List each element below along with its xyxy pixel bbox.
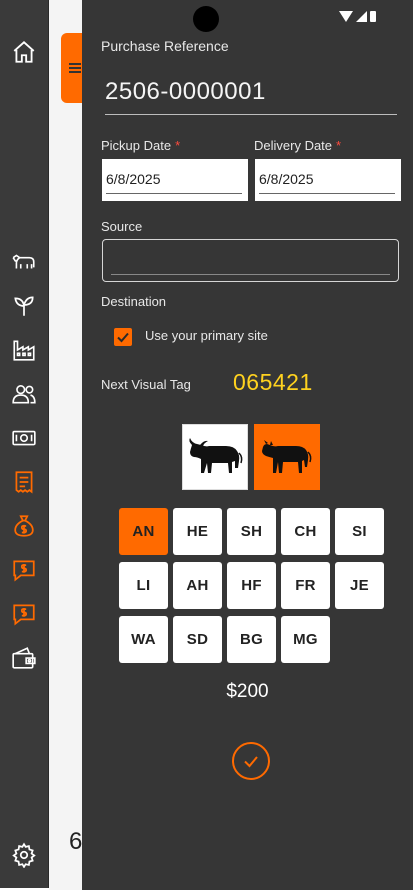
animal-type-cow[interactable] xyxy=(254,424,320,490)
purchase-reference-underline xyxy=(105,114,397,115)
cattle-icon[interactable] xyxy=(9,247,39,277)
factory-icon[interactable] xyxy=(9,335,39,365)
breed-chip-je[interactable]: JE xyxy=(335,562,384,609)
breed-chip-an[interactable]: AN xyxy=(119,508,168,555)
breed-chip-hf[interactable]: HF xyxy=(227,562,276,609)
signal-icon xyxy=(356,11,367,22)
receipt-icon[interactable] xyxy=(9,467,39,497)
bull-icon xyxy=(189,438,243,473)
home-icon[interactable] xyxy=(9,37,39,67)
breed-chip-ch[interactable]: CH xyxy=(281,508,330,555)
price-label: $200 xyxy=(226,681,269,702)
pickup-date-field[interactable]: 6/8/2025 xyxy=(102,159,248,201)
destination-label: Destination xyxy=(101,294,167,309)
breed-chip-he[interactable]: HE xyxy=(173,508,222,555)
breed-chip-mg[interactable]: MG xyxy=(281,616,330,663)
purchase-reference-label: Purchase Reference xyxy=(101,38,229,54)
breed-chip-sd[interactable]: SD xyxy=(173,616,222,663)
breed-chip-ah[interactable]: AH xyxy=(173,562,222,609)
animal-type-bull[interactable] xyxy=(182,424,248,490)
money-bag-icon[interactable] xyxy=(9,511,39,541)
battery-icon xyxy=(370,11,376,22)
breed-chip-li[interactable]: LI xyxy=(119,562,168,609)
source-label: Source xyxy=(101,219,143,234)
next-visual-tag-label: Next Visual Tag xyxy=(101,377,191,392)
cash-icon[interactable] xyxy=(9,423,39,453)
wallet-icon[interactable] xyxy=(9,643,39,673)
status-icons xyxy=(339,11,376,22)
wifi-icon xyxy=(339,11,353,22)
breed-chip-sh[interactable]: SH xyxy=(227,508,276,555)
people-icon[interactable] xyxy=(9,379,39,409)
dollar-chat-icon[interactable] xyxy=(9,555,39,585)
purchase-reference-input[interactable]: 2506-0000001 xyxy=(105,78,266,106)
pickup-date-value: 6/8/2025 xyxy=(106,171,161,187)
check-icon xyxy=(117,332,129,343)
delivery-date-field[interactable]: 6/8/2025 xyxy=(255,159,401,201)
background-number: 6 xyxy=(69,828,83,855)
confirm-button[interactable] xyxy=(232,742,270,780)
menu-icon xyxy=(69,63,81,65)
use-primary-site-checkbox[interactable] xyxy=(114,328,132,346)
settings-icon[interactable] xyxy=(9,840,39,870)
background-page xyxy=(49,0,83,890)
delivery-date-value: 6/8/2025 xyxy=(259,171,314,187)
use-primary-site-label: Use your primary site xyxy=(145,328,268,343)
source-input[interactable] xyxy=(102,239,399,282)
breed-chip-si[interactable]: SI xyxy=(335,508,384,555)
camera-cutout xyxy=(193,6,219,32)
cow-icon xyxy=(262,440,312,473)
breed-chip-bg[interactable]: BG xyxy=(227,616,276,663)
nav-rail xyxy=(0,0,49,888)
sprout-icon[interactable] xyxy=(9,291,39,321)
pickup-date-label: Pickup Date * xyxy=(101,138,181,153)
next-visual-tag-value: 065421 xyxy=(233,369,313,395)
dollar-chat-icon[interactable] xyxy=(9,599,39,629)
breed-chip-fr[interactable]: FR xyxy=(281,562,330,609)
checkmark-icon xyxy=(244,756,258,768)
breed-chip-wa[interactable]: WA xyxy=(119,616,168,663)
delivery-date-label: Delivery Date * xyxy=(254,138,342,153)
